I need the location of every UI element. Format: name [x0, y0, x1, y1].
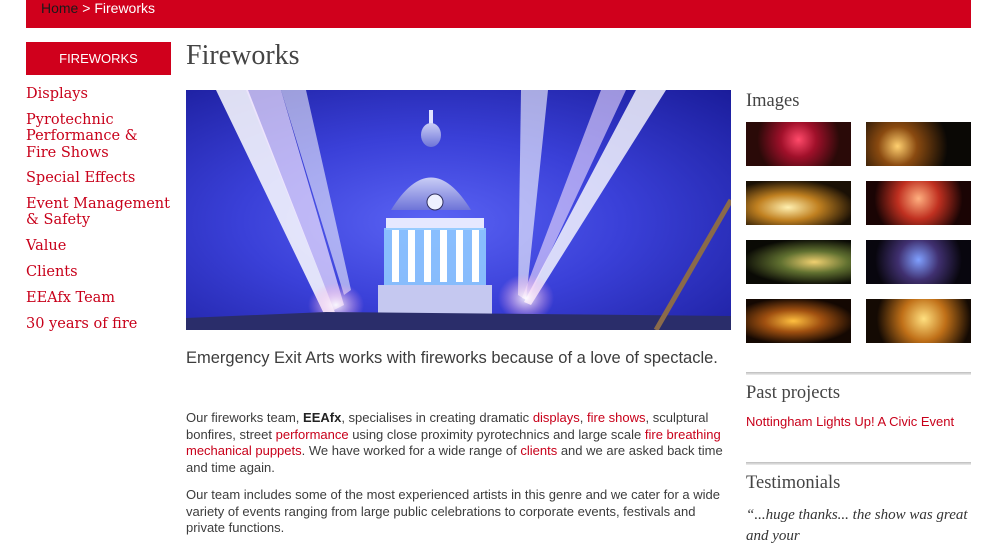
link-performance[interactable]: performance: [276, 427, 349, 442]
text: , specialises in creating dramatic: [341, 410, 533, 425]
past-projects-heading: Past projects: [746, 383, 841, 403]
gallery-thumb-7[interactable]: [746, 299, 851, 343]
gallery-thumb-2[interactable]: [866, 122, 971, 166]
divider: [746, 372, 971, 375]
sidebar-item-displays[interactable]: Displays: [26, 86, 171, 103]
text: . We have worked for a wide range of: [301, 443, 521, 458]
text: Our fireworks team,: [186, 410, 304, 425]
breadcrumb-current: Fireworks: [94, 0, 155, 16]
link-clients[interactable]: clients: [520, 443, 557, 458]
body-paragraph-1: Our fireworks team, EEAfx, specialises i…: [186, 410, 731, 476]
sidebar-item-special-effects[interactable]: Special Effects: [26, 170, 171, 187]
testimonial-quote: “...huge thanks... the show was great an…: [746, 507, 968, 544]
sidebar-item-clients[interactable]: Clients: [26, 264, 171, 281]
link-fire-shows[interactable]: fire shows: [587, 410, 646, 425]
gallery-thumb-6[interactable]: [866, 240, 971, 284]
lead-paragraph: Emergency Exit Arts works with fireworks…: [186, 349, 718, 367]
text: using close proximity pyrotechnics and l…: [348, 426, 645, 442]
body-paragraph-2: Our team includes some of the most exper…: [186, 487, 720, 535]
link-displays[interactable]: displays: [533, 410, 580, 425]
testimonials-heading: Testimonials: [746, 473, 841, 493]
sidebar-item-30-years[interactable]: 30 years of fire: [26, 316, 171, 333]
text: ,: [579, 410, 588, 425]
breadcrumb-separator: >: [78, 0, 95, 16]
divider: [746, 462, 971, 465]
breadcrumb-home-link[interactable]: Home: [41, 0, 78, 16]
images-heading: Images: [746, 91, 800, 111]
image-gallery: [746, 122, 971, 344]
past-project-link[interactable]: Nottingham Lights Up! A Civic Event: [746, 414, 966, 430]
sidebar-item-event-management[interactable]: Event Management & Safety: [26, 196, 171, 229]
sidebar-heading[interactable]: FIREWORKS: [26, 42, 171, 75]
gallery-thumb-5[interactable]: [746, 240, 851, 284]
brand-name: EEAfx: [303, 410, 342, 425]
gallery-thumb-8[interactable]: [866, 299, 971, 343]
gallery-thumb-1[interactable]: [746, 122, 851, 166]
sidebar-item-pyrotechnic[interactable]: Pyrotechnic Performance & Fire Shows: [26, 112, 171, 162]
gallery-thumb-3[interactable]: [746, 181, 851, 225]
sidebar-item-eeafx-team[interactable]: EEAfx Team: [26, 290, 171, 307]
sidebar-item-value[interactable]: Value: [26, 238, 171, 255]
breadcrumb: Home > Fireworks: [26, 0, 971, 28]
sidebar-nav: Displays Pyrotechnic Performance & Fire …: [26, 86, 171, 342]
gallery-thumb-4[interactable]: [866, 181, 971, 225]
page-title: Fireworks: [186, 40, 300, 71]
hero-image: [186, 90, 731, 330]
